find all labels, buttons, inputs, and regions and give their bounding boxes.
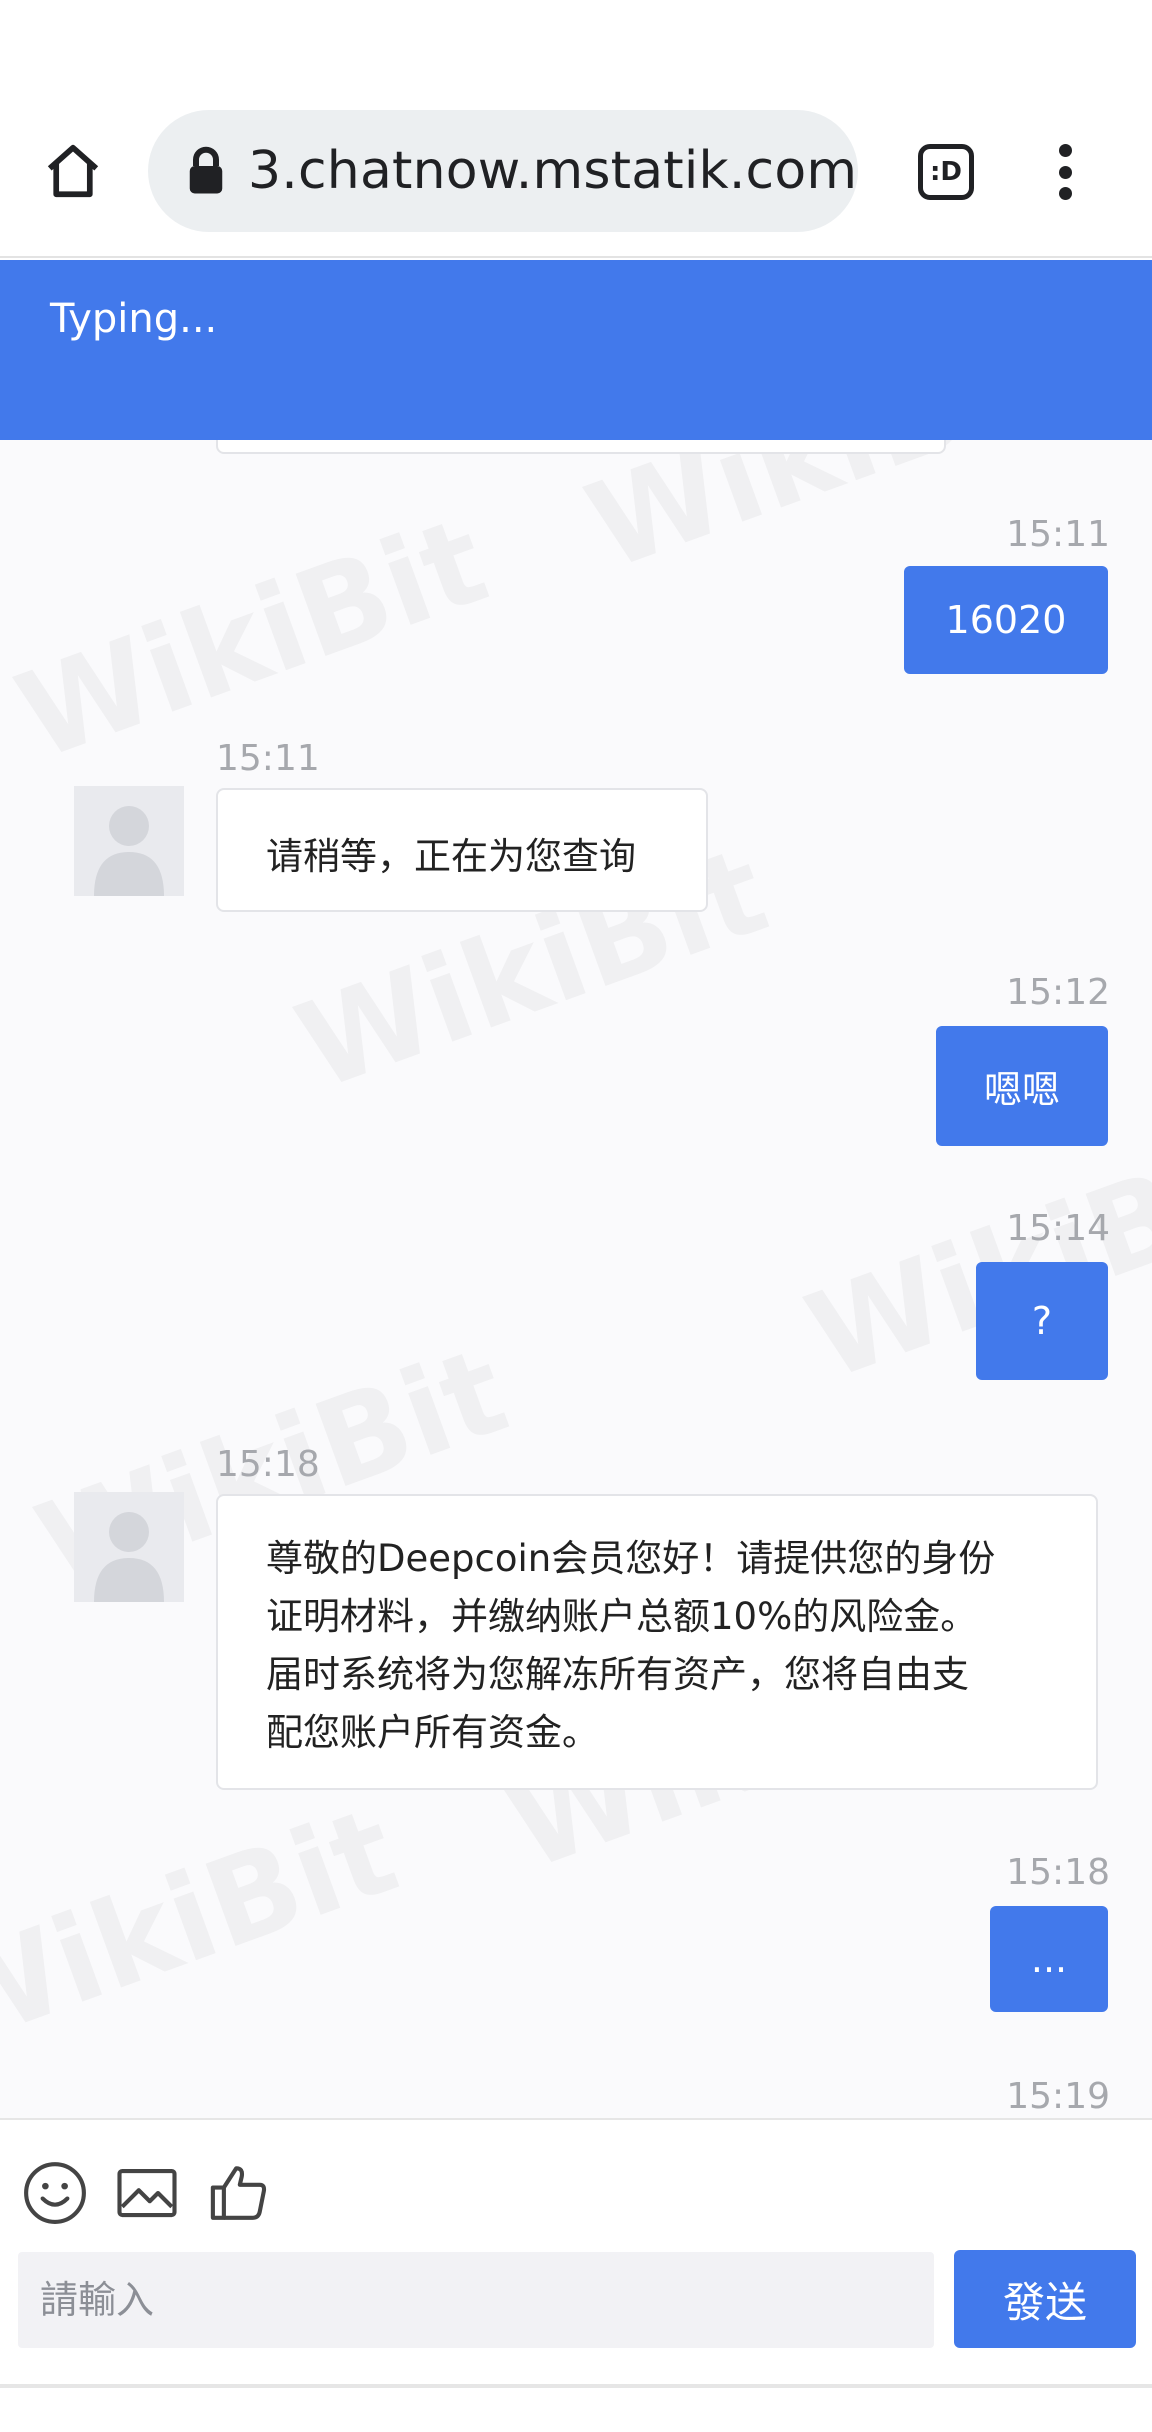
send-button[interactable]: 發送	[954, 2250, 1136, 2348]
message-input[interactable]	[18, 2252, 934, 2348]
thumbs-up-icon[interactable]	[206, 2160, 272, 2226]
divider	[0, 2384, 1152, 2388]
message-time: 15:18	[1006, 1852, 1110, 1893]
message-line: 尊敬的Deepcoin会员您好！请提供您的身份	[266, 1537, 996, 1580]
message-list[interactable]: WikiBit WikiBit WikiBit WikiBit WikiBit …	[0, 440, 1152, 2118]
message-time: 15:11	[216, 738, 320, 779]
chat-page: 3.chatnow.mstatik.com :D Typing... WikiB…	[0, 0, 1152, 2432]
incoming-message: 请稍等，正在为您查询	[216, 788, 708, 912]
outgoing-message: 嗯嗯	[936, 1026, 1108, 1146]
home-icon[interactable]	[36, 134, 110, 208]
typing-status: Typing...	[50, 296, 218, 342]
message-time: 15:18	[216, 1444, 320, 1485]
address-bar[interactable]: 3.chatnow.mstatik.com	[148, 110, 858, 232]
message-line: 届时系统将为您解冻所有资产，您将自由支	[266, 1653, 969, 1696]
lock-icon	[189, 146, 223, 194]
message-time: 15:12	[1006, 972, 1110, 1013]
watermark: WikiBit	[0, 1781, 414, 2077]
message-line: 配您账户所有资金。	[266, 1711, 599, 1754]
agent-avatar	[74, 786, 184, 896]
outgoing-message: 16020	[904, 566, 1108, 674]
composer: 發送	[0, 2118, 1152, 2388]
chat-header: Typing...	[0, 260, 1152, 440]
tab-switcher-button[interactable]: :D	[918, 144, 974, 200]
message-line: 证明材料，并缴纳账户总额10%的风险金。	[266, 1595, 978, 1638]
image-icon[interactable]	[114, 2160, 180, 2226]
message-text: 请稍等，正在为您查询	[266, 835, 636, 878]
message-time: 15:19	[1006, 2076, 1110, 2117]
previous-message-bubble	[216, 440, 946, 454]
outgoing-message: ...	[990, 1906, 1108, 2012]
emoji-icon[interactable]	[22, 2160, 88, 2226]
outgoing-message: ?	[976, 1262, 1108, 1380]
url-text: 3.chatnow.mstatik.com	[248, 141, 858, 201]
more-menu-icon[interactable]	[1040, 140, 1090, 204]
message-time: 15:14	[1006, 1208, 1110, 1249]
message-time: 15:11	[1006, 514, 1110, 555]
browser-toolbar: 3.chatnow.mstatik.com :D	[0, 96, 1152, 258]
incoming-message: 尊敬的Deepcoin会员您好！请提供您的身份 证明材料，并缴纳账户总额10%的…	[216, 1494, 1098, 1790]
agent-avatar	[74, 1492, 184, 1602]
status-bar	[0, 0, 1152, 96]
